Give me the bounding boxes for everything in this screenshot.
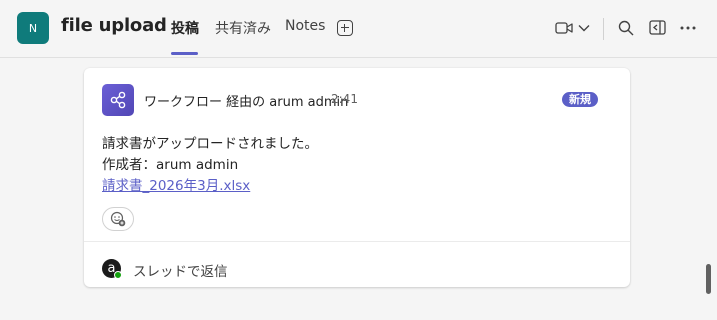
message-line: 請求書がアップロードされました。 [102, 136, 318, 152]
add-tab-icon[interactable] [337, 20, 353, 36]
chevron-down-icon[interactable] [578, 24, 590, 32]
card-divider [84, 241, 630, 242]
workflow-avatar [102, 84, 134, 116]
file-link[interactable]: 請求書_2026年3月.xlsx [102, 174, 250, 194]
post-card: ワークフロー 経由の arum admin 2:41 新規 請求書がアップロード… [84, 68, 630, 287]
scrollbar-thumb[interactable] [706, 264, 711, 294]
channel-title: file upload [61, 15, 167, 36]
presence-indicator [114, 271, 122, 279]
search-icon[interactable] [618, 20, 634, 36]
tab-notes[interactable]: Notes [285, 18, 325, 34]
workflow-icon [110, 91, 126, 109]
header-divider [603, 18, 604, 40]
add-reaction-button[interactable] [102, 207, 134, 231]
video-call-icon[interactable] [555, 20, 573, 36]
reply-in-thread-button[interactable]: スレッドで返信 [133, 260, 228, 280]
tab-posts[interactable]: 投稿 [171, 18, 199, 38]
message-line: 作成者：arum admin [102, 157, 239, 173]
post-time: 2:41 [331, 92, 358, 106]
post-sender[interactable]: ワークフロー 経由の arum admin [144, 91, 348, 110]
new-badge: 新規 [562, 92, 598, 107]
active-tab-indicator [171, 52, 198, 55]
more-icon[interactable] [680, 26, 696, 30]
emoji-add-icon [110, 211, 126, 227]
team-avatar[interactable]: N [17, 12, 49, 44]
panel-icon[interactable] [649, 20, 666, 35]
tab-shared[interactable]: 共有済み [215, 18, 271, 38]
channel-header: N file upload 投稿 共有済み Notes [0, 0, 717, 58]
